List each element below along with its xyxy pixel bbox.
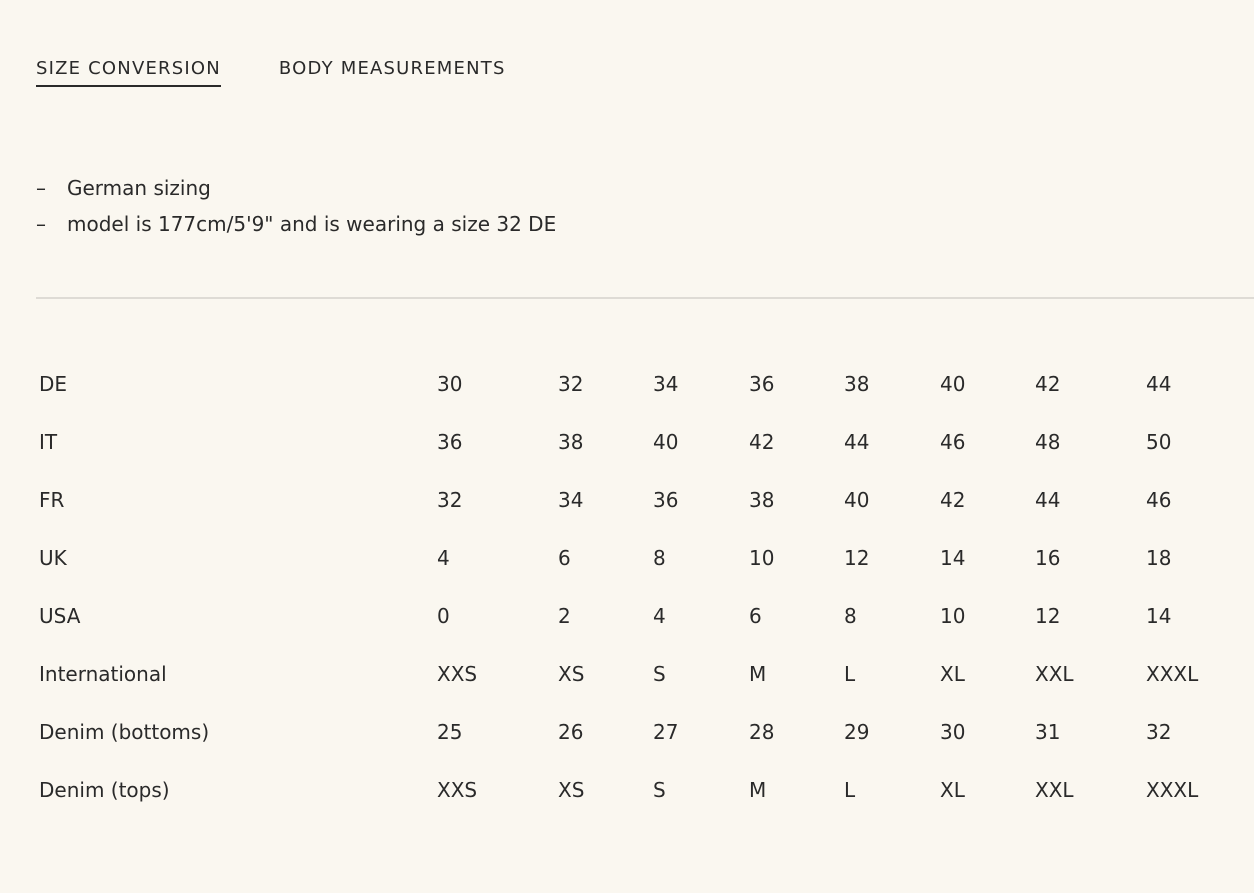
size-cell: 31 <box>1035 720 1061 744</box>
size-cell: 8 <box>653 546 666 570</box>
table-row: International XXS XS S M L XL XXL XXXL <box>36 645 1216 703</box>
size-cell: 14 <box>1146 604 1172 628</box>
size-cell: 28 <box>749 720 775 744</box>
table-row: IT 36 38 40 42 44 46 48 50 <box>36 413 1216 471</box>
section-divider <box>36 297 1254 299</box>
size-cell: XL <box>940 662 965 686</box>
size-cell: 42 <box>749 430 775 454</box>
size-cell: XXS <box>437 778 478 802</box>
note-item: model is 177cm/5'9" and is wearing a siz… <box>36 206 556 242</box>
size-cell: 40 <box>653 430 679 454</box>
row-label: IT <box>39 430 58 454</box>
size-cell: 12 <box>844 546 870 570</box>
size-notes: German sizing model is 177cm/5'9" and is… <box>36 170 556 242</box>
size-cell: XXXL <box>1146 778 1199 802</box>
row-label: DE <box>39 372 68 396</box>
table-row: Denim (tops) XXS XS S M L XL XXL XXXL <box>36 761 1216 819</box>
size-cell: 36 <box>749 372 775 396</box>
size-cell: 38 <box>749 488 775 512</box>
size-cell: L <box>844 662 856 686</box>
table-row: DE 30 32 34 36 38 40 42 44 <box>36 355 1216 413</box>
size-cell: 25 <box>437 720 463 744</box>
size-cell: 36 <box>653 488 679 512</box>
table-row: FR 32 34 36 38 40 42 44 46 <box>36 471 1216 529</box>
note-item: German sizing <box>36 170 556 206</box>
size-cell: 34 <box>653 372 679 396</box>
size-cell: 44 <box>1146 372 1172 396</box>
note-text: model is 177cm/5'9" and is wearing a siz… <box>67 212 557 236</box>
size-cell: 16 <box>1035 546 1061 570</box>
size-cell: 2 <box>558 604 571 628</box>
size-cell: M <box>749 778 767 802</box>
size-cell: XL <box>940 778 965 802</box>
size-cell: 46 <box>940 430 966 454</box>
size-cell: 44 <box>844 430 870 454</box>
size-cell: M <box>749 662 767 686</box>
size-cell: 12 <box>1035 604 1061 628</box>
size-cell: 14 <box>940 546 966 570</box>
note-text: German sizing <box>67 176 211 200</box>
size-cell: XXL <box>1035 778 1074 802</box>
size-cell: XS <box>558 778 585 802</box>
size-cell: 29 <box>844 720 870 744</box>
tab-size-conversion[interactable]: SIZE CONVERSION <box>36 58 221 87</box>
table-row: UK 4 6 8 10 12 14 16 18 <box>36 529 1216 587</box>
size-cell: 38 <box>844 372 870 396</box>
size-cell: XS <box>558 662 585 686</box>
size-cell: 6 <box>558 546 571 570</box>
table-row: USA 0 2 4 6 8 10 12 14 <box>36 587 1216 645</box>
tab-body-measurements[interactable]: BODY MEASUREMENTS <box>279 58 506 87</box>
row-label: Denim (bottoms) <box>39 720 210 744</box>
size-cell: L <box>844 778 856 802</box>
size-cell: 30 <box>437 372 463 396</box>
size-cell: S <box>653 778 666 802</box>
size-cell: 44 <box>1035 488 1061 512</box>
row-label: International <box>39 662 167 686</box>
size-cell: 32 <box>437 488 463 512</box>
size-cell: 36 <box>437 430 463 454</box>
size-cell: 34 <box>558 488 584 512</box>
size-cell: 40 <box>844 488 870 512</box>
size-cell: 38 <box>558 430 584 454</box>
size-cell: 30 <box>940 720 966 744</box>
size-cell: 8 <box>844 604 857 628</box>
size-cell: 32 <box>1146 720 1172 744</box>
size-cell: XXL <box>1035 662 1074 686</box>
size-cell: 18 <box>1146 546 1172 570</box>
size-cell: 10 <box>749 546 775 570</box>
size-table-body: DE 30 32 34 36 38 40 42 44 IT 36 38 40 42 44 46 48 50 FR 32… <box>36 355 1216 819</box>
row-label: USA <box>39 604 81 628</box>
size-cell: 46 <box>1146 488 1172 512</box>
size-cell: 40 <box>940 372 966 396</box>
size-cell: XXS <box>437 662 478 686</box>
size-cell: 6 <box>749 604 762 628</box>
size-cell: 27 <box>653 720 679 744</box>
size-cell: 42 <box>940 488 966 512</box>
row-label: Denim (tops) <box>39 778 170 802</box>
row-label: UK <box>39 546 67 570</box>
size-guide-tabs: SIZE CONVERSION BODY MEASUREMENTS <box>36 58 506 87</box>
size-cell: 4 <box>437 546 450 570</box>
size-cell: 48 <box>1035 430 1061 454</box>
size-cell: 50 <box>1146 430 1172 454</box>
table-row: Denim (bottoms) 25 26 27 28 29 30 31 32 <box>36 703 1216 761</box>
size-cell: 32 <box>558 372 584 396</box>
row-label: FR <box>39 488 65 512</box>
size-cell: S <box>653 662 666 686</box>
size-cell: 4 <box>653 604 666 628</box>
size-cell: 26 <box>558 720 584 744</box>
size-cell: XXXL <box>1146 662 1199 686</box>
size-cell: 0 <box>437 604 450 628</box>
size-cell: 10 <box>940 604 966 628</box>
size-cell: 42 <box>1035 372 1061 396</box>
size-conversion-table: DE 30 32 34 36 38 40 42 44 IT 36 38 40 42 44 46 48 50 FR 32… <box>36 355 1216 819</box>
